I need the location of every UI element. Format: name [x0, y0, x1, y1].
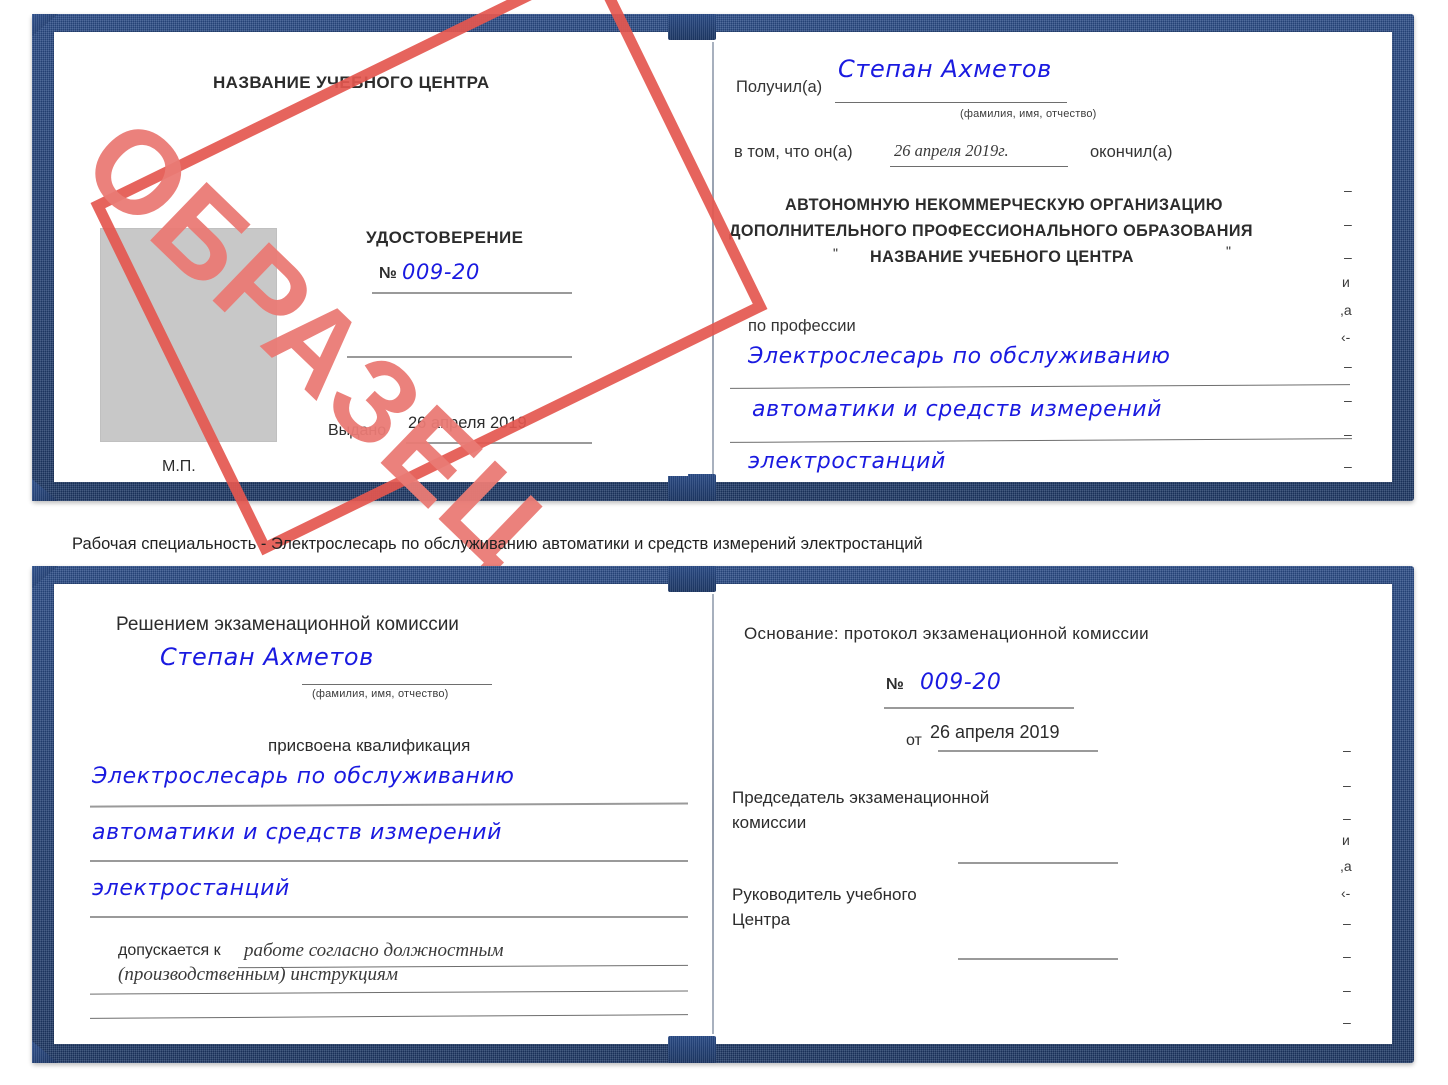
margin-fragment: – [1344, 458, 1352, 474]
margin-fragment: – [1343, 982, 1351, 998]
margin-fragment: и [1342, 832, 1350, 848]
profession-line-1: Электрослесарь по обслуживанию [748, 344, 1171, 369]
that-he-label: в том, что он(а) [734, 143, 853, 161]
margin-fragment: ‹- [1341, 885, 1351, 901]
admitted-value-1: работе согласно должностным [244, 940, 504, 961]
head-line-2: Центра [732, 910, 791, 929]
basis-label: Основание: протокол экзаменационной коми… [744, 624, 1149, 643]
margin-fragment: – [1344, 216, 1352, 232]
top-spine-tab-lower [668, 474, 716, 501]
margin-fragment: – [1343, 810, 1351, 826]
protocol-number-rule [884, 707, 1074, 709]
fio-hint-top: (фамилия, имя, отчество) [960, 108, 1097, 120]
margin-fragment: – [1343, 742, 1351, 758]
admitted-label: допускается к [118, 942, 221, 959]
graduate-name-value: Степан Ахметов [160, 643, 374, 671]
bottom-spine-tab-lower [668, 1036, 716, 1063]
completion-date: 26 апреля 2019г. [894, 141, 1009, 160]
head-line-1: Руководитель учебного [732, 885, 917, 904]
qualification-line-2: автоматики и средств измерений [92, 820, 503, 845]
fio-hint-bottom: (фамилия, имя, отчество) [312, 688, 449, 700]
org-line-1: АВТОНОМНУЮ НЕКОММЕРЧЕСКУЮ ОРГАНИЗАЦИЮ [785, 196, 1223, 214]
chairman-line-1: Председатель экзаменационной [732, 788, 990, 807]
profession-line-2: автоматики и средств измерений [752, 397, 1163, 422]
finished-label: окончил(а) [1090, 143, 1173, 161]
issued-value: 26 апреля 2019 [408, 414, 527, 432]
qualification-line-3: электростанций [92, 876, 290, 901]
margin-fragment: ,а [1340, 302, 1352, 318]
blank-rule-1 [347, 356, 572, 358]
top-spine-tab-upper [668, 14, 716, 40]
issued-rule [406, 442, 592, 444]
margin-fragment: и [1342, 274, 1350, 290]
protocol-number-value: 009-20 [920, 670, 1002, 695]
top-book-spine [712, 42, 714, 474]
photo-placeholder [100, 228, 277, 442]
qualification-rule-3 [90, 916, 688, 918]
profession-rule-1 [730, 384, 1350, 390]
margin-fragment: – [1344, 392, 1352, 408]
commission-decision-heading: Решением экзаменационной комиссии [116, 614, 459, 635]
margin-fragment: – [1344, 426, 1352, 442]
protocol-from-rule [938, 750, 1098, 752]
margin-fragment: – [1343, 915, 1351, 931]
admitted-rule-2 [90, 990, 688, 995]
qualification-rule-1 [89, 802, 688, 808]
bottom-book-spine [712, 594, 714, 1034]
top-right-page: Получил(а) Степан Ахметов (фамилия, имя,… [718, 40, 1378, 476]
head-signature-rule [958, 958, 1118, 960]
completion-date-rule [890, 166, 1068, 168]
left-page-center-name: НАЗВАНИЕ УЧЕБНОГО ЦЕНТРА [213, 73, 490, 92]
certificate-number-label: № [379, 265, 397, 282]
margin-fragment: – [1344, 249, 1352, 265]
protocol-from-label: от [906, 732, 922, 749]
certificate-number-value: 009-20 [402, 260, 480, 284]
margin-fragment: ,а [1340, 858, 1352, 874]
top-left-page: НАЗВАНИЕ УЧЕБНОГО ЦЕНТРА УДОСТОВЕРЕНИЕ №… [72, 40, 688, 476]
margin-fragment: – [1344, 358, 1352, 374]
received-label: Получил(а) [736, 78, 823, 96]
qualification-rule-2 [90, 860, 688, 862]
profession-label: по профессии [748, 317, 856, 335]
qualification-line-1: Электрослесарь по обслуживанию [92, 764, 515, 789]
protocol-number-label: № [886, 676, 904, 693]
bottom-left-page: Решением экзаменационной комиссии Степан… [72, 592, 688, 1036]
margin-fragment: – [1343, 948, 1351, 964]
margin-fragment: – [1344, 182, 1352, 198]
certificate-number-rule [372, 292, 572, 294]
margin-fragment: ‹- [1341, 329, 1351, 345]
certificate-sample-page: НАЗВАНИЕ УЧЕБНОГО ЦЕНТРА УДОСТОВЕРЕНИЕ №… [0, 0, 1448, 1085]
graduate-name-rule [302, 684, 492, 686]
qualification-label: присвоена квалификация [268, 736, 471, 755]
chairman-line-2: комиссии [732, 813, 807, 832]
certificate-title: УДОСТОВЕРЕНИЕ [366, 228, 524, 247]
chairman-signature-rule [958, 862, 1118, 864]
admitted-value-2: (производственным) инструкциям [118, 964, 398, 985]
margin-fragment: – [1343, 1014, 1351, 1030]
margin-fragment: – [1343, 777, 1351, 793]
org-quote-close: " [1226, 243, 1231, 259]
page-caption: Рабочая специальность - Электрослесарь п… [72, 535, 923, 553]
org-line-3: НАЗВАНИЕ УЧЕБНОГО ЦЕНТРА [870, 248, 1134, 266]
profession-line-3: электростанций [748, 449, 946, 474]
bottom-spine-tab-upper [668, 566, 716, 592]
received-value: Степан Ахметов [838, 55, 1052, 83]
org-quote-open: " [833, 245, 838, 261]
seal-place-label: М.П. [162, 458, 196, 475]
profession-rule-2 [730, 438, 1352, 444]
bottom-right-page: Основание: протокол экзаменационной коми… [718, 592, 1378, 1036]
admitted-rule-3 [90, 1014, 688, 1020]
issued-label: Выдано [328, 422, 387, 439]
protocol-from-value: 26 апреля 2019 [930, 722, 1060, 742]
org-line-2: ДОПОЛНИТЕЛЬНОГО ПРОФЕССИОНАЛЬНОГО ОБРАЗО… [729, 222, 1253, 240]
received-rule [835, 102, 1067, 104]
